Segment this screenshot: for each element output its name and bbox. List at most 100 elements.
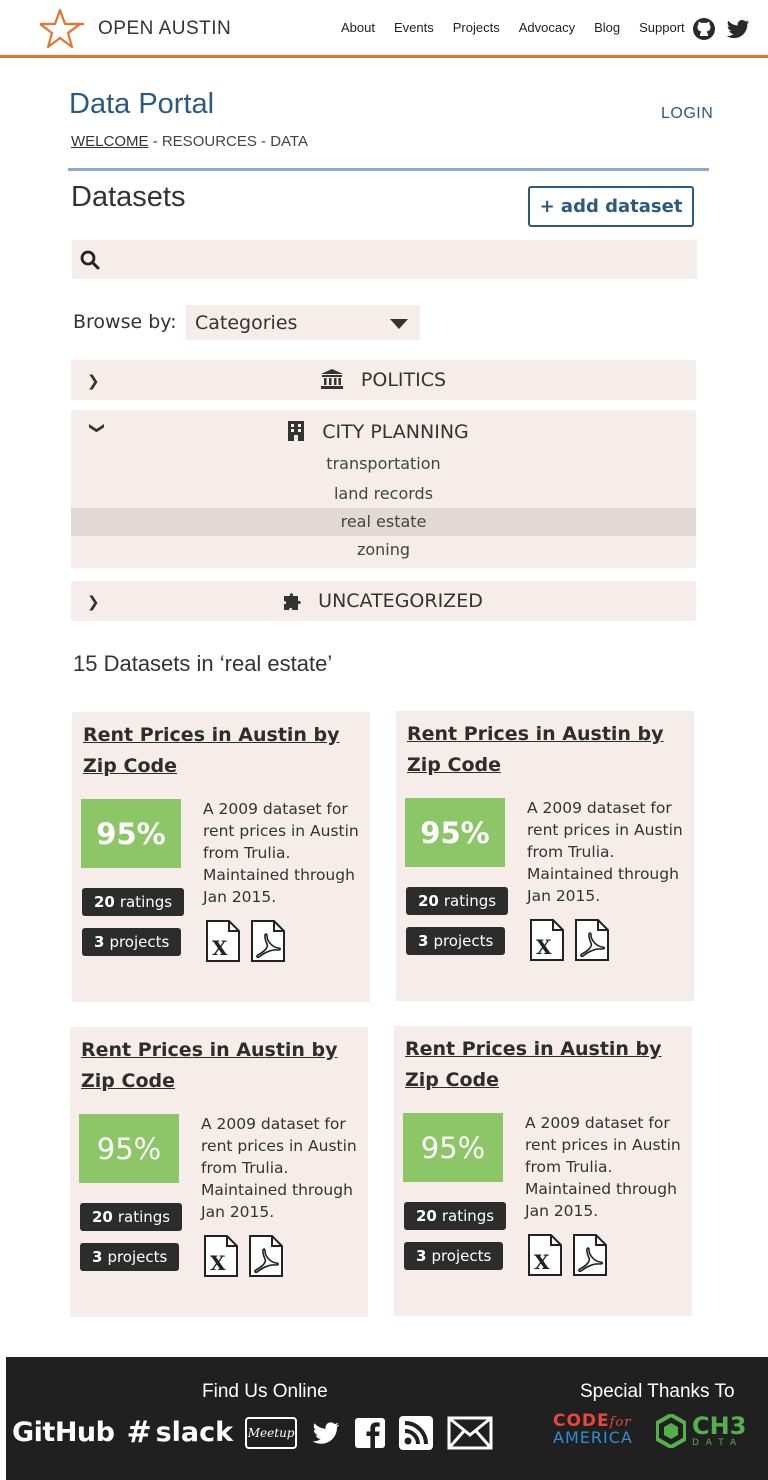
score-badge: 95% <box>403 1113 503 1182</box>
projects-label: projects <box>433 932 494 950</box>
score-badge: 95% <box>405 798 505 867</box>
add-dataset-button[interactable]: + add dataset <box>528 186 694 227</box>
projects-count: 3 <box>92 1248 103 1266</box>
github-icon[interactable] <box>692 17 716 41</box>
dataset-title-link[interactable]: Rent Prices in Austin by Zip Code <box>405 1034 665 1096</box>
ratings-label: ratings <box>443 892 497 910</box>
ratings-badge[interactable]: 20 ratings <box>82 888 185 916</box>
ch3-data-text: DATA <box>692 1438 744 1448</box>
dataset-card[interactable]: Rent Prices in Austin by Zip Code 95% 20… <box>394 1026 692 1316</box>
ratings-count: 20 <box>416 1207 437 1225</box>
facebook-icon[interactable] <box>355 1417 386 1448</box>
browse-select[interactable]: Categories <box>186 305 420 340</box>
ratings-label: ratings <box>119 893 173 911</box>
cfa-america-text: AMERICA <box>553 1428 633 1447</box>
slack-link[interactable]: # slack <box>126 1415 233 1450</box>
category-header[interactable]: ❯ CITY PLANNING <box>71 410 696 453</box>
ratings-label: ratings <box>441 1207 495 1225</box>
file-links: X <box>529 919 610 961</box>
ch3-data-logo[interactable]: CH3 DATA <box>656 1414 746 1448</box>
code-for-america-logo[interactable]: CODEfor AMERICA <box>553 1411 635 1447</box>
results-count-heading: 15 Datasets in ‘real estate’ <box>73 651 333 676</box>
nav-link-events[interactable]: Events <box>394 20 434 35</box>
breadcrumb-rest: - RESOURCES - DATA <box>148 133 308 150</box>
brand-logo[interactable]: OPEN AUSTIN <box>40 8 231 50</box>
building-icon <box>288 421 305 441</box>
category-politics[interactable]: ❯ POLITICS <box>71 360 696 400</box>
projects-badge[interactable]: 3 projects <box>404 1242 504 1270</box>
dataset-card[interactable]: Rent Prices in Austin by Zip Code 95% 20… <box>396 711 694 1001</box>
file-links: X <box>527 1234 608 1276</box>
excel-file-icon[interactable]: X <box>527 1234 563 1276</box>
svg-text:X: X <box>212 936 228 960</box>
pdf-file-icon[interactable] <box>574 919 610 961</box>
category-header[interactable]: ❯ POLITICS <box>71 360 696 400</box>
twitter-icon[interactable] <box>311 1420 341 1446</box>
projects-label: projects <box>107 1248 168 1266</box>
category-title: UNCATEGORIZED <box>71 590 696 612</box>
pdf-file-icon[interactable] <box>250 920 286 962</box>
email-icon[interactable] <box>447 1416 493 1450</box>
search-bar <box>72 240 697 279</box>
breadcrumb: WELCOME - RESOURCES - DATA <box>71 133 308 150</box>
category-title: CITY PLANNING <box>71 421 696 443</box>
category-header[interactable]: ❯ UNCATEGORIZED <box>71 581 696 621</box>
excel-file-icon[interactable]: X <box>529 919 565 961</box>
github-link[interactable]: GitHub <box>12 1417 115 1448</box>
find-us-heading: Find Us Online <box>202 1381 328 1402</box>
ratings-badge[interactable]: 20 ratings <box>406 887 509 915</box>
nav-social-icons <box>692 17 750 41</box>
browse-label: Browse by: <box>73 311 177 333</box>
dataset-card[interactable]: Rent Prices in Austin by Zip Code 95% 20… <box>70 1027 368 1317</box>
projects-badge[interactable]: 3 projects <box>82 928 182 956</box>
twitter-icon[interactable] <box>726 17 750 41</box>
subcategory-zoning[interactable]: zoning <box>71 536 696 564</box>
dataset-description: A 2009 dataset for rent prices in Austin… <box>201 1115 357 1221</box>
meetup-link[interactable]: Meetup <box>245 1416 298 1449</box>
search-icon <box>80 250 100 269</box>
nav-link-about[interactable]: About <box>341 20 375 35</box>
projects-badge[interactable]: 3 projects <box>80 1243 180 1271</box>
ratings-badge[interactable]: 20 ratings <box>404 1202 507 1230</box>
ratings-label: ratings <box>117 1208 171 1226</box>
nav-link-projects[interactable]: Projects <box>453 20 500 35</box>
dataset-title-link[interactable]: Rent Prices in Austin by Zip Code <box>83 720 343 782</box>
dataset-description: A 2009 dataset for rent prices in Austin… <box>527 799 683 905</box>
slack-label: slack <box>155 1417 234 1448</box>
file-links: X <box>203 1235 284 1277</box>
pdf-file-icon[interactable] <box>248 1235 284 1277</box>
category-city-planning[interactable]: ❯ CITY PLANNING transportation land reco… <box>71 410 696 568</box>
projects-count: 3 <box>94 933 105 951</box>
browse-select-value: Categories <box>195 311 298 334</box>
category-name: UNCATEGORIZED <box>318 590 483 612</box>
ratings-count: 20 <box>418 892 439 910</box>
excel-file-icon[interactable]: X <box>205 920 241 962</box>
nav-link-blog[interactable]: Blog <box>594 20 620 35</box>
projects-badge[interactable]: 3 projects <box>406 927 506 955</box>
rss-icon[interactable] <box>399 1415 434 1450</box>
nav-link-support[interactable]: Support <box>639 20 685 35</box>
header-divider <box>68 168 709 171</box>
subcategory-land-records[interactable]: land records <box>71 480 696 508</box>
category-uncategorized[interactable]: ❯ UNCATEGORIZED <box>71 581 696 621</box>
ratings-badge[interactable]: 20 ratings <box>80 1203 183 1231</box>
breadcrumb-welcome[interactable]: WELCOME <box>71 133 149 150</box>
brand-name: OPEN AUSTIN <box>98 18 232 39</box>
dataset-title-link[interactable]: Rent Prices in Austin by Zip Code <box>407 719 667 781</box>
login-link[interactable]: LOGIN <box>661 105 713 123</box>
subcategory-real-estate[interactable]: real estate <box>71 508 696 536</box>
dataset-card[interactable]: Rent Prices in Austin by Zip Code 95% 20… <box>72 712 370 1002</box>
category-title: POLITICS <box>71 369 696 391</box>
excel-file-icon[interactable]: X <box>203 1235 239 1277</box>
nav-links: About Events Projects Advocacy Blog Supp… <box>341 20 704 35</box>
subcategory-transportation[interactable]: transportation <box>71 450 696 478</box>
category-name: POLITICS <box>360 369 447 391</box>
score-badge: 95% <box>79 1114 179 1183</box>
pdf-file-icon[interactable] <box>572 1234 608 1276</box>
nav-link-advocacy[interactable]: Advocacy <box>519 20 575 35</box>
svg-text:X: X <box>210 1251 226 1275</box>
dataset-title-link[interactable]: Rent Prices in Austin by Zip Code <box>81 1035 341 1097</box>
search-input[interactable] <box>108 240 697 279</box>
hexagon-logo-icon <box>656 1414 686 1448</box>
footer: Find Us Online Special Thanks To GitHub … <box>6 1357 768 1480</box>
